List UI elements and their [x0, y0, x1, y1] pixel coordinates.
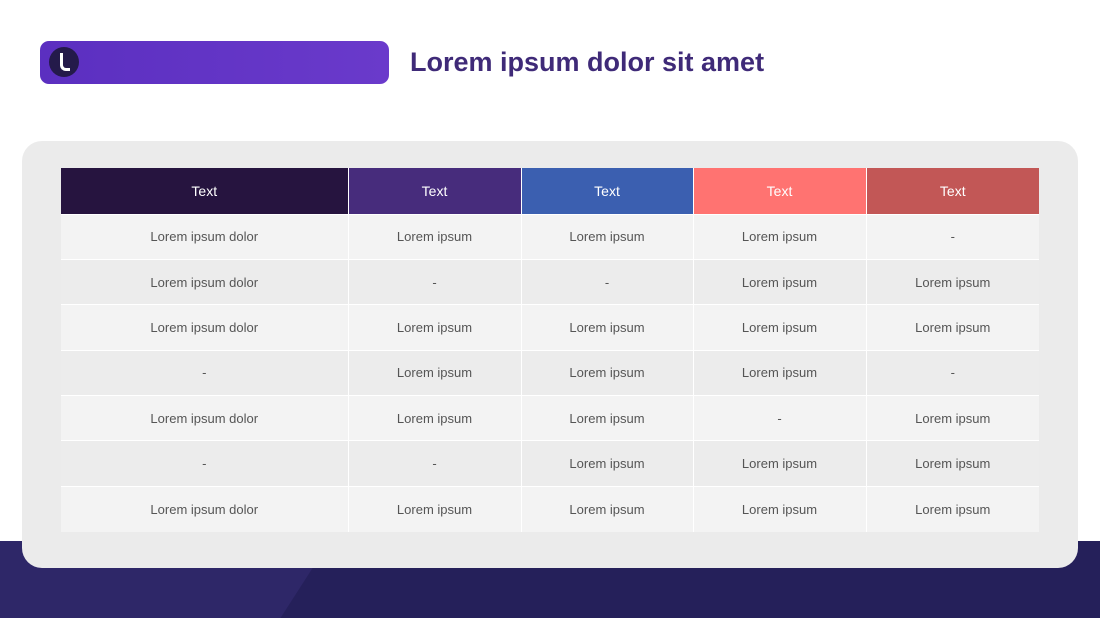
table-row: Lorem ipsum dolor Lorem ipsum Lorem ipsu… — [61, 395, 1039, 441]
table-cell: Lorem ipsum — [693, 485, 867, 532]
data-table: Text Text Text Text Text Lorem ipsum dol… — [61, 168, 1039, 532]
table-row: Lorem ipsum dolor Lorem ipsum Lorem ipsu… — [61, 213, 1039, 260]
table-cell: Lorem ipsum dolor — [61, 485, 349, 532]
table-cell: Lorem ipsum — [348, 395, 522, 441]
table-row: Lorem ipsum dolor - - Lorem ipsum Lorem … — [61, 258, 1039, 305]
table-cell: Lorem ipsum — [866, 485, 1039, 532]
table-cell: - — [61, 440, 349, 487]
table-cell: Lorem ipsum dolor — [61, 213, 349, 260]
table-cell: Lorem ipsum — [521, 395, 694, 441]
table-cell: Lorem ipsum — [693, 213, 867, 260]
table-cell: Lorem ipsum — [693, 258, 867, 305]
table-cell: Lorem ipsum — [521, 304, 694, 351]
table-cell: Lorem ipsum dolor — [61, 395, 349, 441]
table-cell: Lorem ipsum dolor — [61, 304, 349, 351]
table-cell: - — [521, 258, 694, 305]
table-cell: Lorem ipsum — [693, 304, 867, 351]
column-header: Text — [693, 168, 867, 214]
table-cell: Lorem ipsum — [521, 349, 694, 396]
table-cell: - — [693, 395, 867, 441]
table-cell: - — [866, 349, 1039, 396]
table-cell: Lorem ipsum — [521, 485, 694, 532]
table-row: Lorem ipsum dolor Lorem ipsum Lorem ipsu… — [61, 485, 1039, 532]
table-cell: Lorem ipsum — [348, 304, 522, 351]
table-cell: Lorem ipsum — [348, 485, 522, 532]
table-cell: Lorem ipsum — [866, 304, 1039, 351]
table-cell: Lorem ipsum — [866, 440, 1039, 487]
table-cell: Lorem ipsum — [521, 440, 694, 487]
table-cell: - — [348, 258, 522, 305]
table-row: Lorem ipsum dolor Lorem ipsum Lorem ipsu… — [61, 304, 1039, 351]
table-row: - - Lorem ipsum Lorem ipsum Lorem ipsum — [61, 440, 1039, 487]
page-title: Lorem ipsum dolor sit amet — [410, 47, 765, 77]
brand-bar — [40, 41, 389, 84]
table-cell: Lorem ipsum — [693, 440, 867, 487]
column-header: Text — [866, 168, 1039, 214]
table-cell: Lorem ipsum — [693, 349, 867, 396]
table-header-row: Text Text Text Text Text — [61, 168, 1039, 214]
table-cell: Lorem ipsum — [348, 213, 522, 260]
column-header: Text — [521, 168, 694, 214]
table-cell: - — [61, 349, 349, 396]
table-cell: - — [348, 440, 522, 487]
table-cell: Lorem ipsum — [866, 258, 1039, 305]
table-cell: Lorem ipsum — [348, 349, 522, 396]
column-header: Text — [61, 168, 349, 214]
column-header: Text — [348, 168, 522, 214]
table-cell: Lorem ipsum — [866, 395, 1039, 441]
table-cell: Lorem ipsum — [521, 213, 694, 260]
table-row: - Lorem ipsum Lorem ipsum Lorem ipsum - — [61, 349, 1039, 396]
brand-logo-icon — [49, 47, 79, 77]
table-cell: Lorem ipsum dolor — [61, 258, 349, 305]
table-cell: - — [866, 213, 1039, 260]
